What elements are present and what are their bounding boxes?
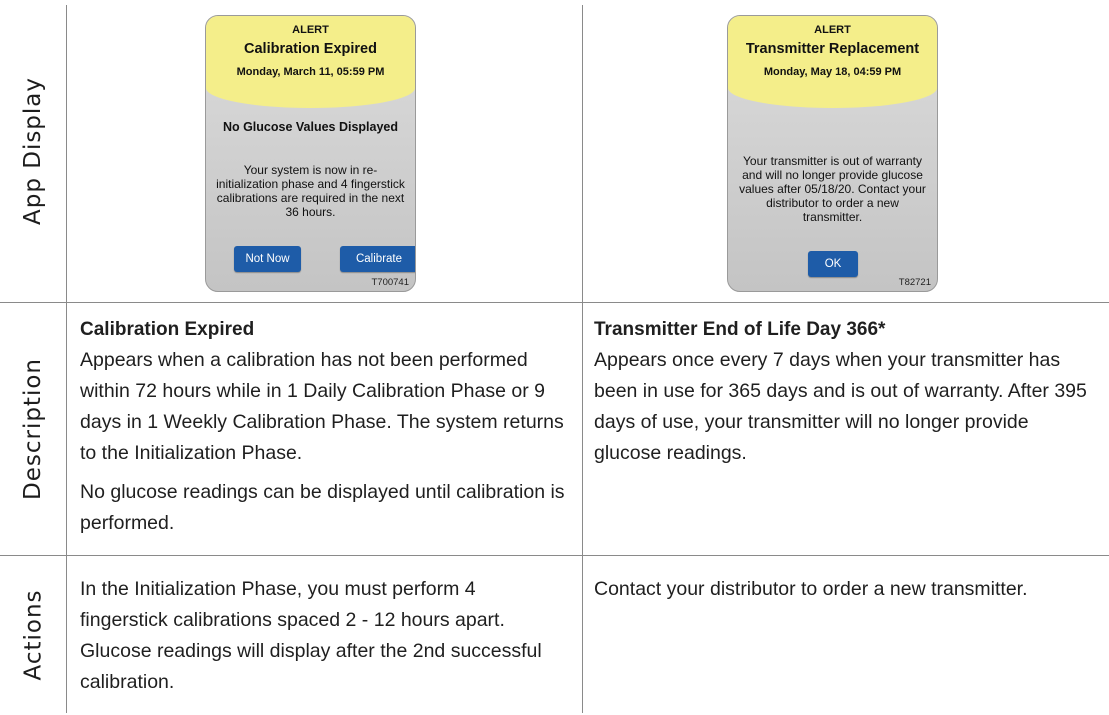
row-divider-2 [0, 555, 1109, 556]
actions-cell-right: Contact your distributor to order a new … [594, 574, 1099, 605]
calibrate-button[interactable]: Calibrate [340, 246, 415, 272]
description-title: Transmitter End of Life Day 366* [594, 319, 886, 340]
alert-datetime: Monday, May 18, 04:59 PM [763, 66, 902, 78]
actions-text: Contact your distributor to order a new … [594, 578, 1028, 600]
alert-label: ALERT [292, 24, 329, 36]
description-note: No glucose readings can be displayed unt… [80, 481, 565, 534]
image-code: T82721 [898, 277, 931, 288]
column-divider-middle [582, 5, 583, 713]
description-text: Appears when a calibration has not been … [80, 349, 564, 464]
row-divider-1 [0, 302, 1109, 303]
alert-title: Calibration Expired [244, 41, 377, 57]
row-header-actions: Actions [20, 589, 47, 681]
actions-cell-left: In the Initialization Phase, you must pe… [80, 574, 550, 698]
alert-body: Your transmitter is out of warranty and … [739, 154, 926, 224]
transmitter-replacement-alert-screen: ALERT Transmitter Replacement Monday, Ma… [727, 15, 938, 292]
alert-subtitle: No Glucose Values Displayed [222, 120, 399, 134]
column-divider-left [66, 5, 67, 713]
not-now-button[interactable]: Not Now [234, 246, 301, 272]
alert-label: ALERT [814, 24, 851, 36]
description-title: Calibration Expired [80, 319, 255, 340]
ok-button[interactable]: OK [808, 251, 858, 277]
alert-body: Your system is now in re-initialization … [216, 163, 405, 219]
description-cell-left: Calibration Expired Appears when a calib… [80, 314, 577, 539]
calibration-expired-alert-screen: ALERT Calibration Expired Monday, March … [205, 15, 416, 292]
row-header-app-display: App Display [20, 76, 46, 226]
alert-datetime: Monday, March 11, 05:59 PM [236, 66, 385, 78]
actions-text: In the Initialization Phase, you must pe… [80, 578, 542, 693]
alert-title: Transmitter Replacement [745, 41, 920, 57]
description-cell-right: Transmitter End of Life Day 366* Appears… [594, 314, 1094, 469]
row-header-description: Description [20, 357, 46, 500]
image-code: T700741 [371, 277, 409, 288]
description-text: Appears once every 7 days when your tran… [594, 349, 1087, 464]
